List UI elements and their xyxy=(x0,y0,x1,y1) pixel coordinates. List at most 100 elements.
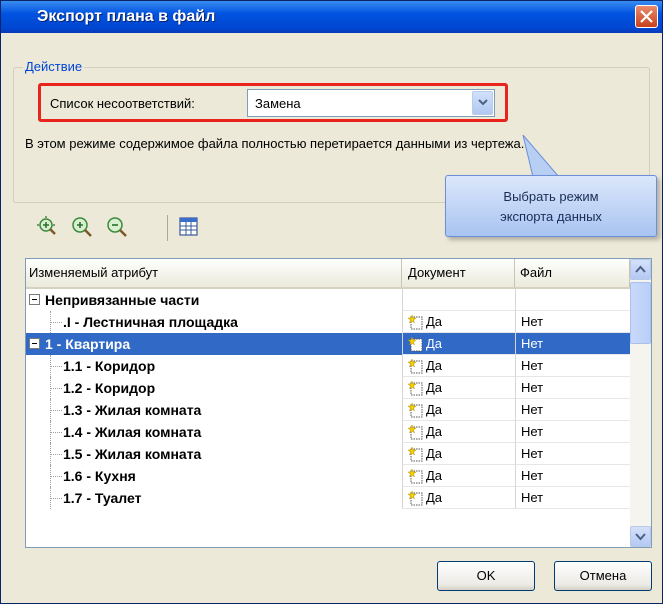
document-cell[interactable]: Да xyxy=(402,399,515,421)
table-row[interactable]: 1 - Квартира Да Нет xyxy=(26,333,630,355)
chevron-down-icon xyxy=(635,533,646,541)
column-header-document[interactable]: Документ xyxy=(402,259,515,287)
cancel-button[interactable]: Отмена xyxy=(554,561,652,591)
tree-vertical-line xyxy=(50,487,51,509)
document-value: Да xyxy=(426,336,443,351)
file-value: Нет xyxy=(521,424,544,439)
file-cell: Нет xyxy=(515,377,630,399)
highlight-frame xyxy=(38,83,508,122)
close-button[interactable] xyxy=(635,5,658,28)
document-cell[interactable]: Да xyxy=(402,333,515,355)
new-document-icon xyxy=(408,490,423,506)
vertical-scrollbar[interactable] xyxy=(630,259,651,547)
new-document-icon xyxy=(408,446,423,462)
zoom-in-button[interactable] xyxy=(70,215,94,239)
collapse-toggle-icon[interactable] xyxy=(29,338,40,349)
attribute-name: 1.3 - Жилая комната xyxy=(63,402,202,418)
toolbar-separator xyxy=(167,215,168,241)
attribute-name: 1.6 - Кухня xyxy=(63,468,136,484)
scroll-down-button[interactable] xyxy=(630,526,651,547)
attribute-name: 1 - Квартира xyxy=(45,336,131,352)
attribute-name: 1.7 - Туалет xyxy=(63,490,142,506)
table-row[interactable]: 1.3 - Жилая комната Да Нет xyxy=(26,399,630,421)
file-value: Нет xyxy=(521,358,544,373)
zoom-in-icon xyxy=(72,217,92,237)
grid-header: Изменяемый атрибут Документ Файл xyxy=(26,259,630,289)
new-document-icon xyxy=(408,380,423,396)
file-value: Нет xyxy=(521,446,544,461)
file-value: Нет xyxy=(521,314,544,329)
attribute-cell: 1.1 - Коридор xyxy=(26,355,402,377)
file-cell: Нет xyxy=(515,487,630,509)
tree-branch-line xyxy=(50,454,62,455)
tree-branch-line xyxy=(50,388,62,389)
document-cell[interactable]: Да xyxy=(402,377,515,399)
document-value: Да xyxy=(426,424,443,439)
new-document-icon xyxy=(408,402,423,418)
callout-pointer xyxy=(522,135,561,178)
document-value: Да xyxy=(426,358,443,373)
new-document-icon xyxy=(408,336,423,352)
document-cell[interactable]: Да xyxy=(402,421,515,443)
tree-vertical-line xyxy=(50,399,51,421)
title-bar[interactable]: Экспорт плана в файл xyxy=(1,1,662,33)
column-header-attribute[interactable]: Изменяемый атрибут xyxy=(26,259,402,287)
table-row[interactable]: 1.1 - Коридор Да Нет xyxy=(26,355,630,377)
tree-vertical-line xyxy=(50,421,51,443)
tree-branch-line xyxy=(50,410,62,411)
file-value: Нет xyxy=(521,490,544,505)
window-title: Экспорт плана в файл xyxy=(37,8,216,25)
document-cell[interactable]: Да xyxy=(402,311,515,333)
expand-all-button[interactable] xyxy=(35,215,59,239)
document-cell[interactable]: Да xyxy=(402,487,515,509)
table-icon xyxy=(179,217,198,236)
table-row[interactable]: 1.7 - Туалет Да Нет xyxy=(26,487,630,509)
expand-all-icon xyxy=(37,216,56,235)
attribute-cell: .I - Лестничная площадка xyxy=(26,311,402,333)
table-button[interactable] xyxy=(177,215,201,239)
column-header-file[interactable]: Файл xyxy=(515,259,630,287)
export-plan-dialog: Экспорт плана в файл Действие Список нес… xyxy=(0,0,663,604)
table-row[interactable]: 1.5 - Жилая комната Да Нет xyxy=(26,443,630,465)
tree-branch-line xyxy=(50,432,62,433)
new-document-icon xyxy=(408,358,423,374)
attribute-cell: Непривязанные части xyxy=(26,289,402,311)
action-group-legend: Действие xyxy=(23,59,85,74)
zoom-out-button[interactable] xyxy=(105,215,129,239)
tree-vertical-line xyxy=(50,311,51,333)
table-row[interactable]: .I - Лестничная площадка Да Нет xyxy=(26,311,630,333)
attribute-name: Непривязанные части xyxy=(45,292,200,308)
new-document-icon xyxy=(408,468,423,484)
attributes-grid[interactable]: Изменяемый атрибут Документ Файл Непривя… xyxy=(25,258,652,548)
attribute-name: 1.5 - Жилая комната xyxy=(63,446,202,462)
attribute-name: 1.4 - Жилая комната xyxy=(63,424,202,440)
file-cell: Нет xyxy=(515,355,630,377)
tree-branch-line xyxy=(50,322,62,323)
document-cell[interactable]: Да xyxy=(402,355,515,377)
table-row[interactable]: 1.4 - Жилая комната Да Нет xyxy=(26,421,630,443)
tree-vertical-line xyxy=(50,377,51,399)
attribute-cell: 1.5 - Жилая комната xyxy=(26,443,402,465)
scroll-up-button[interactable] xyxy=(630,259,651,280)
document-cell[interactable]: Да xyxy=(402,443,515,465)
tree-branch-line xyxy=(50,476,62,477)
table-row[interactable]: 1.6 - Кухня Да Нет xyxy=(26,465,630,487)
document-cell[interactable]: Да xyxy=(402,465,515,487)
hint-callout: Выбрать режим экспорта данных xyxy=(445,175,657,237)
attribute-name: 1.1 - Коридор xyxy=(63,358,156,374)
new-document-icon xyxy=(408,314,423,330)
file-cell: Нет xyxy=(515,399,630,421)
tree-branch-line xyxy=(50,366,62,367)
ok-button[interactable]: OK xyxy=(437,561,535,591)
tree-branch-line xyxy=(50,498,62,499)
attribute-name: .I - Лестничная площадка xyxy=(63,314,238,330)
table-row[interactable]: 1.2 - Коридор Да Нет xyxy=(26,377,630,399)
table-row[interactable]: Непривязанные части xyxy=(26,289,630,311)
attribute-name: 1.2 - Коридор xyxy=(63,380,156,396)
file-cell: Нет xyxy=(515,421,630,443)
collapse-toggle-icon[interactable] xyxy=(29,294,40,305)
scroll-thumb[interactable] xyxy=(630,282,651,344)
document-cell xyxy=(402,289,515,311)
tree-vertical-line xyxy=(50,443,51,465)
file-cell xyxy=(515,289,630,311)
